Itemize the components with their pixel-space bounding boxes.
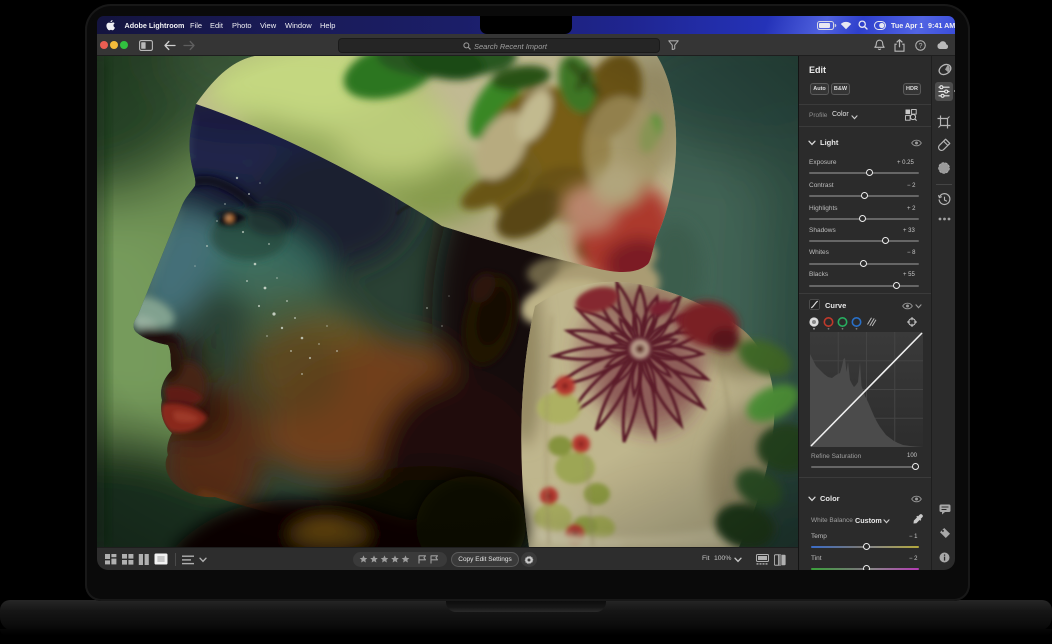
svg-text:?: ? — [918, 42, 922, 49]
